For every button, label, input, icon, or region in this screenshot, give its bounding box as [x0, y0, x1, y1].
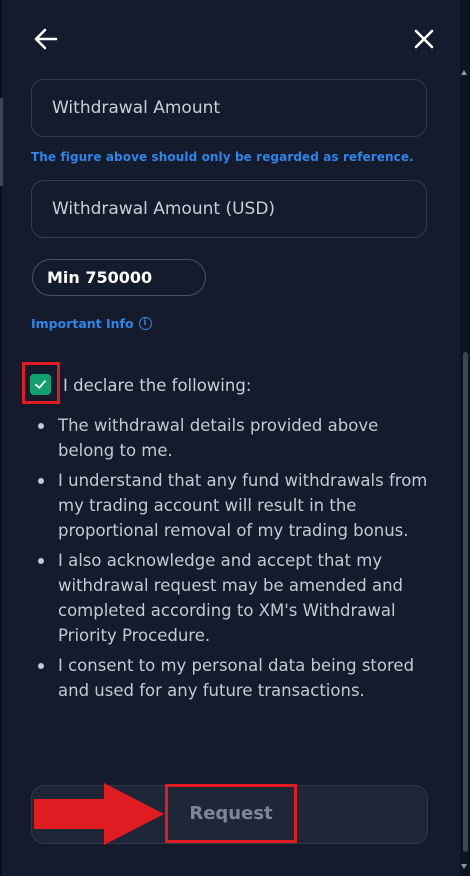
- list-item: I also acknowledge and accept that my wi…: [30, 548, 430, 648]
- close-icon: [414, 29, 434, 49]
- withdrawal-amount-field[interactable]: [31, 79, 427, 137]
- list-item: The withdrawal details provided above be…: [30, 413, 430, 463]
- list-item: I consent to my personal data being stor…: [30, 653, 430, 703]
- request-button-label[interactable]: Request: [165, 784, 297, 843]
- scroll-up-arrow-icon[interactable]: [461, 70, 467, 75]
- declaration-list: The withdrawal details provided above be…: [30, 413, 430, 708]
- scrollbar-track[interactable]: [460, 0, 470, 876]
- left-scroll-marker: [0, 98, 3, 186]
- min-amount-badge: Min 750000: [32, 259, 206, 296]
- withdrawal-amount-input[interactable]: [32, 80, 426, 136]
- withdrawal-panel: The figure above should only be regarded…: [0, 0, 470, 876]
- back-button[interactable]: [32, 25, 60, 53]
- red-arrow-icon: [34, 783, 164, 845]
- declaration-checkbox[interactable]: [30, 374, 51, 395]
- declaration-title: I declare the following:: [63, 376, 252, 395]
- checkmark-icon: [35, 380, 46, 389]
- scroll-down-arrow-icon[interactable]: [461, 864, 467, 869]
- withdrawal-amount-usd-field[interactable]: [31, 180, 427, 238]
- important-info-label: Important Info: [31, 316, 134, 331]
- scrollbar-thumb[interactable]: [463, 352, 468, 852]
- close-button[interactable]: [410, 25, 438, 53]
- info-circle-icon: i: [138, 317, 152, 330]
- list-item: I understand that any fund withdrawals f…: [30, 468, 430, 543]
- important-info-link[interactable]: Important Info i: [31, 316, 152, 331]
- reference-hint: The figure above should only be regarded…: [31, 150, 414, 164]
- withdrawal-amount-usd-input[interactable]: [32, 181, 426, 237]
- arrow-left-icon: [34, 28, 58, 50]
